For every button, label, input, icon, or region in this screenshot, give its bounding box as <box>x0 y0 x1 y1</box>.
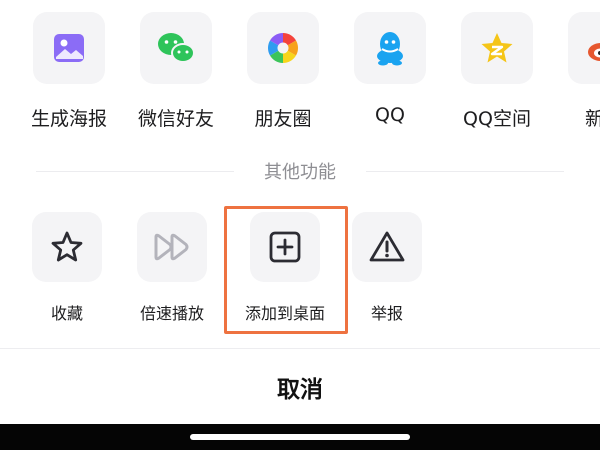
divider-left <box>36 171 234 172</box>
share-weibo-label: 新浪 <box>584 108 600 130</box>
share-poster[interactable]: 生成海报 <box>15 12 123 140</box>
share-targets-row: 生成海报 微信好友 朋友圈 QQ QQ空间 新 <box>0 0 600 140</box>
playback-speed-button[interactable]: 倍速播放 <box>118 212 226 332</box>
report-button[interactable]: 举报 <box>333 212 441 332</box>
fast-forward-icon <box>137 212 207 282</box>
section-title: 其他功能 <box>264 162 336 183</box>
report-label: 举报 <box>370 304 403 323</box>
favorite-button[interactable]: 收藏 <box>13 212 121 332</box>
system-navigation-bar <box>0 424 600 450</box>
qq-icon <box>354 12 426 84</box>
poster-icon <box>33 12 105 84</box>
cancel-button[interactable]: 取消 <box>0 349 600 424</box>
share-qzone-label: QQ空间 <box>463 108 531 130</box>
playback-speed-label: 倍速播放 <box>139 304 204 323</box>
share-poster-label: 生成海报 <box>30 108 107 130</box>
share-moments-label: 朋友圈 <box>254 108 312 130</box>
share-wechat-friend[interactable]: 微信好友 <box>122 12 230 140</box>
highlight-box <box>224 206 348 334</box>
share-weibo[interactable]: 新浪 <box>550 12 600 140</box>
share-qzone[interactable]: QQ空间 <box>443 12 551 140</box>
share-moments[interactable]: 朋友圈 <box>229 12 337 140</box>
qzone-icon <box>461 12 533 84</box>
share-qq-label: QQ <box>375 104 405 126</box>
home-indicator[interactable] <box>190 434 410 440</box>
share-wechat-label: 微信好友 <box>137 108 214 130</box>
wechat-icon <box>140 12 212 84</box>
share-qq[interactable]: QQ <box>336 12 444 140</box>
moments-icon <box>247 12 319 84</box>
weibo-icon <box>568 12 600 84</box>
warning-icon <box>352 212 422 282</box>
favorite-label: 收藏 <box>50 304 83 323</box>
star-icon <box>32 212 102 282</box>
divider-right <box>366 171 564 172</box>
